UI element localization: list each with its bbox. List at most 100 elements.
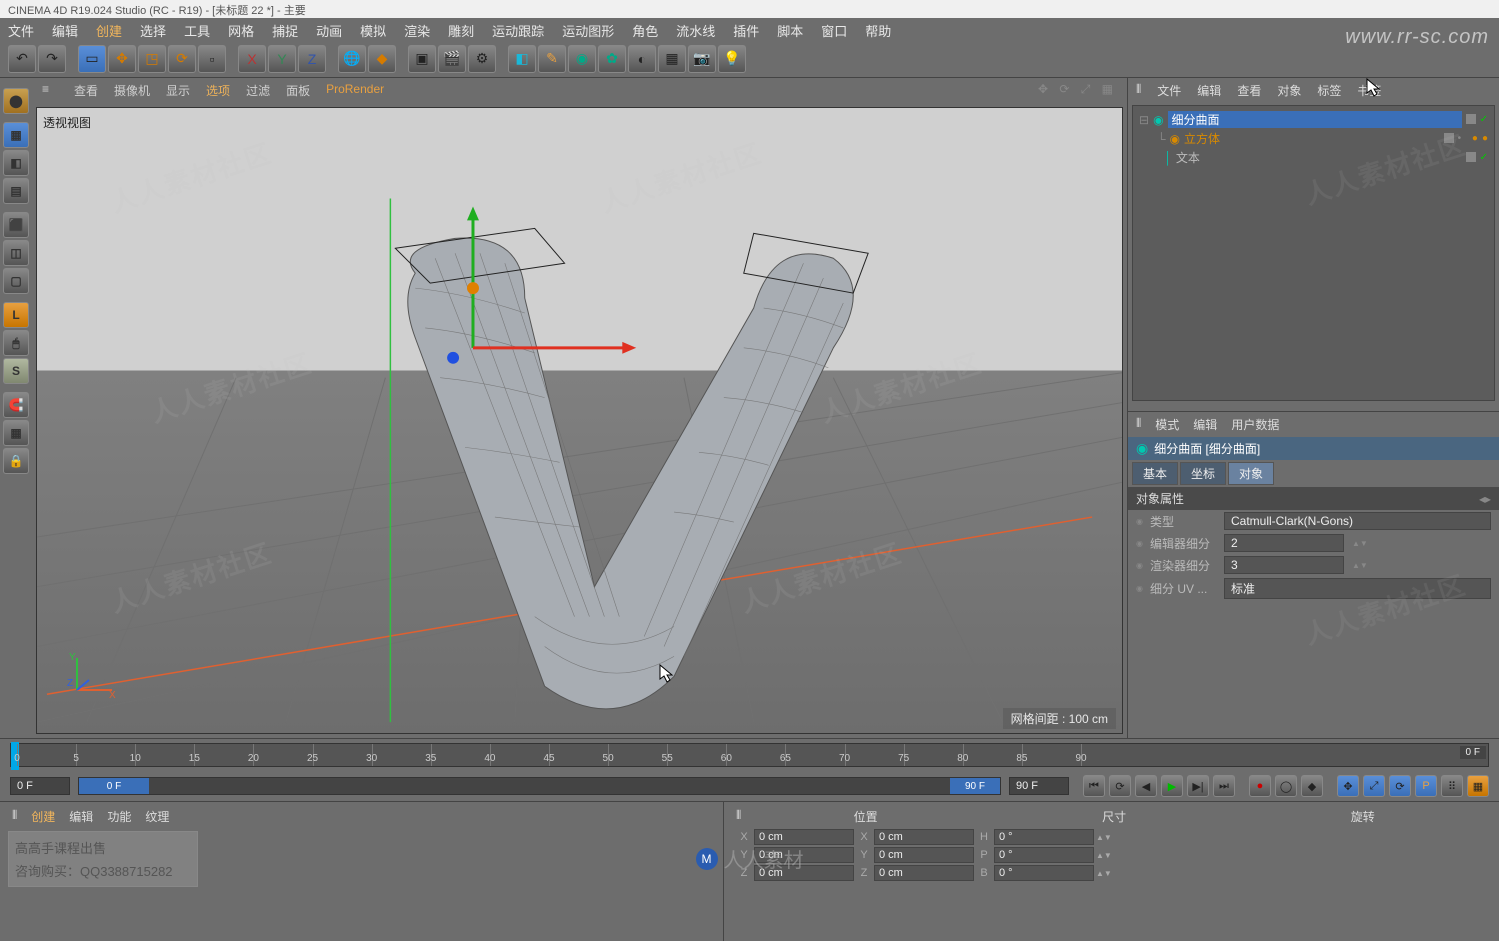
viewport[interactable]: 透视视图 — [36, 107, 1123, 734]
menu-sculpt[interactable]: 雕刻 — [448, 21, 474, 37]
lock-button[interactable]: 🔒 — [3, 448, 29, 474]
size-y-input[interactable]: 0 cm — [874, 847, 974, 863]
go-prev-key-button[interactable]: ⟳ — [1109, 775, 1131, 797]
render-subdiv-input[interactable]: 3 — [1224, 556, 1344, 574]
record-button[interactable]: ● — [1249, 775, 1271, 797]
attr-mode[interactable]: 模式 — [1155, 416, 1179, 433]
tab-coord[interactable]: 坐标 — [1180, 462, 1226, 485]
frame-end-field[interactable] — [1009, 777, 1069, 795]
attr-userdata[interactable]: 用户数据 — [1231, 416, 1279, 433]
pos-x-input[interactable]: 0 cm — [754, 829, 854, 845]
tree-row-cube[interactable]: └ ◉ 立方体 • ●● — [1137, 129, 1490, 148]
tab-object[interactable]: 对象 — [1228, 462, 1274, 485]
tree-row-subdivision-surface[interactable]: ⊟ ◉ 细分曲面 ✓ — [1137, 110, 1490, 129]
mat-create[interactable]: 创建 — [31, 808, 55, 825]
light-button[interactable]: 📷 — [688, 45, 716, 73]
axis-x-button[interactable]: X — [238, 45, 266, 73]
snap-button[interactable]: S — [3, 358, 29, 384]
key-options-button[interactable]: ⠿ — [1441, 775, 1463, 797]
mat-function[interactable]: 功能 — [107, 808, 131, 825]
model-mode-button[interactable]: ▦ — [3, 122, 29, 148]
range-slider[interactable]: 0 F 90 F — [78, 777, 1001, 795]
menu-motion-tracker[interactable]: 运动跟踪 — [492, 21, 544, 37]
om-edit[interactable]: 编辑 — [1197, 82, 1221, 99]
view-cameras[interactable]: 摄像机 — [114, 82, 150, 99]
key-pos-button[interactable]: ✥ — [1337, 775, 1359, 797]
coord-system-button[interactable]: 🌐 — [338, 45, 366, 73]
tweak-mode-button[interactable]: 🖱 — [3, 330, 29, 356]
spline-button[interactable]: ✎ — [538, 45, 566, 73]
workplane-button[interactable]: ▦ — [3, 420, 29, 446]
editor-subdiv-input[interactable]: 2 — [1224, 534, 1344, 552]
menu-pipeline[interactable]: 流水线 — [676, 21, 715, 37]
primitive-button[interactable]: ◧ — [508, 45, 536, 73]
om-view[interactable]: 查看 — [1237, 82, 1261, 99]
tab-basic[interactable]: 基本 — [1132, 462, 1178, 485]
axis-y-button[interactable]: Y — [268, 45, 296, 73]
pos-y-input[interactable]: 0 cm — [754, 847, 854, 863]
texture-mode-button[interactable]: ◧ — [3, 150, 29, 176]
workplane-mode-button[interactable]: ▤ — [3, 178, 29, 204]
om-bookmarks[interactable]: 书签 — [1357, 82, 1381, 99]
generator-button[interactable]: ◉ — [568, 45, 596, 73]
view-filter[interactable]: 过滤 — [246, 82, 270, 99]
render-pv-button[interactable]: 🎬 — [438, 45, 466, 73]
menu-snap[interactable]: 捕捉 — [272, 21, 298, 37]
ruler-end-field[interactable]: 0 F — [1460, 746, 1486, 759]
deformer-button[interactable]: ✿ — [598, 45, 626, 73]
om-file[interactable]: 文件 — [1157, 82, 1181, 99]
menu-script[interactable]: 脚本 — [777, 21, 803, 37]
view-prorender[interactable]: ProRender — [326, 82, 384, 99]
uv-dropdown[interactable]: 标准 — [1224, 578, 1491, 599]
frame-start-field[interactable] — [10, 777, 70, 795]
menu-file[interactable]: 文件 — [8, 21, 34, 37]
menu-character[interactable]: 角色 — [632, 21, 658, 37]
size-x-input[interactable]: 0 cm — [874, 829, 974, 845]
menu-animate[interactable]: 动画 — [316, 21, 342, 37]
polygon-mode-button[interactable]: ▢ — [3, 268, 29, 294]
go-end-button[interactable]: ⏭ — [1213, 775, 1235, 797]
bulb-button[interactable]: 💡 — [718, 45, 746, 73]
menu-create[interactable]: 创建 — [96, 21, 122, 37]
autokey-button[interactable]: ◯ — [1275, 775, 1297, 797]
menu-mograph[interactable]: 运动图形 — [562, 21, 614, 37]
mat-edit[interactable]: 编辑 — [69, 808, 93, 825]
make-editable-button[interactable]: ⬤ — [3, 88, 29, 114]
view-panel[interactable]: 面板 — [286, 82, 310, 99]
play-button[interactable]: ▶ — [1161, 775, 1183, 797]
mat-texture[interactable]: 纹理 — [145, 808, 169, 825]
viewport-nav-icons[interactable]: ✥ ⟳ ⤢ ▦ — [1038, 82, 1117, 99]
rotate-tool[interactable]: ⟳ — [168, 45, 196, 73]
view-options[interactable]: 选项 — [206, 82, 230, 99]
menu-simulate[interactable]: 模拟 — [360, 21, 386, 37]
om-tags[interactable]: 标签 — [1317, 82, 1341, 99]
options-button[interactable]: ▦ — [1467, 775, 1489, 797]
attr-edit[interactable]: 编辑 — [1193, 416, 1217, 433]
move-tool[interactable]: ✥ — [108, 45, 136, 73]
rot-p-input[interactable]: 0 ° — [994, 847, 1094, 863]
menu-window[interactable]: 窗口 — [821, 21, 847, 37]
go-start-button[interactable]: ⏮ — [1083, 775, 1105, 797]
menu-plugins[interactable]: 插件 — [733, 21, 759, 37]
menu-help[interactable]: 帮助 — [865, 21, 891, 37]
rot-h-input[interactable]: 0 ° — [994, 829, 1094, 845]
type-dropdown[interactable]: Catmull-Clark(N-Gons) — [1224, 512, 1491, 530]
axis-mode-button[interactable]: L — [3, 302, 29, 328]
menu-render[interactable]: 渲染 — [404, 21, 430, 37]
object-tree[interactable]: ⊟ ◉ 细分曲面 ✓ └ ◉ 立方体 • ●● │ 文本 ✓ 人人素材社区 — [1132, 105, 1495, 401]
go-next-key-button[interactable]: ▶| — [1187, 775, 1209, 797]
size-z-input[interactable]: 0 cm — [874, 865, 974, 881]
key-rot-button[interactable]: ⟳ — [1389, 775, 1411, 797]
environment-button[interactable]: ◐ — [628, 45, 656, 73]
rot-b-input[interactable]: 0 ° — [994, 865, 1094, 881]
tree-row-text[interactable]: │ 文本 ✓ — [1137, 148, 1490, 167]
pos-z-input[interactable]: 0 cm — [754, 865, 854, 881]
last-tool[interactable]: ▫ — [198, 45, 226, 73]
render-view-button[interactable]: ▣ — [408, 45, 436, 73]
edge-mode-button[interactable]: ◫ — [3, 240, 29, 266]
menu-select[interactable]: 选择 — [140, 21, 166, 37]
menu-edit[interactable]: 编辑 — [52, 21, 78, 37]
point-mode-button[interactable]: ⬛ — [3, 212, 29, 238]
redo-button[interactable]: ↷ — [38, 45, 66, 73]
scale-tool[interactable]: ◳ — [138, 45, 166, 73]
